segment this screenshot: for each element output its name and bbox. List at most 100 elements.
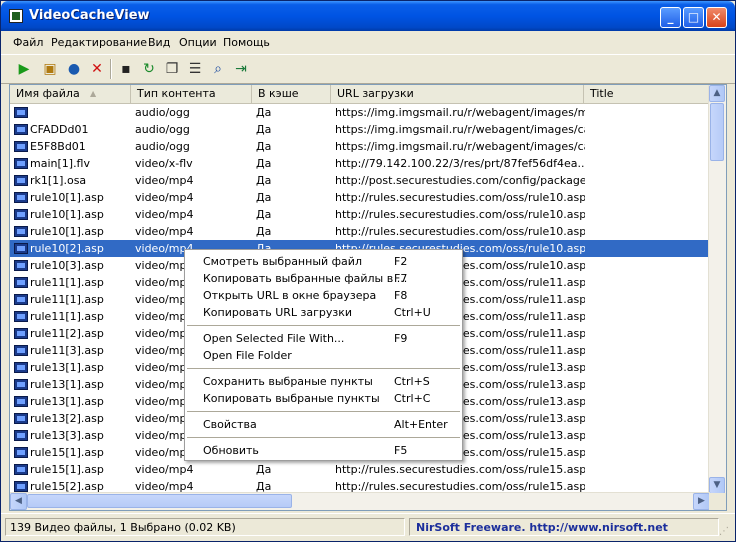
delete-icon[interactable]: ✕ <box>86 58 108 80</box>
scroll-left-button[interactable]: ◀ <box>10 493 27 510</box>
menu-help[interactable]: Помощь <box>223 36 270 49</box>
table-row[interactable]: rule10[1].asp video/mp4 Да http://rules.sec… <box>10 223 710 240</box>
context-menu-item[interactable]: Открыть URL в окне браузера F8 <box>185 287 462 304</box>
status-nirsoft-link[interactable]: NirSoft Freeware. http://www.nirsoft.net <box>409 518 719 536</box>
table-row[interactable]: main[1].flv video/x-flv Да http://79.142.10… <box>10 155 710 172</box>
cell-type: video/x-flv <box>135 157 193 170</box>
table-row[interactable]: rule15[1].asp video/mp4 Да http://rules.sec… <box>10 461 710 478</box>
context-menu-item[interactable]: Копировать выбранные файлы в ... F7 <box>185 270 462 287</box>
context-menu-shortcut: F7 <box>394 272 408 285</box>
column-header-cached[interactable]: В кэше <box>252 85 331 103</box>
video-file-icon <box>14 464 28 475</box>
menu-file[interactable]: Файл <box>13 36 43 49</box>
table-row[interactable]: E5F8Bd01 audio/ogg Да https://img.imgsmail.… <box>10 138 710 155</box>
list-header: Имя файла ▲ Тип контента В кэше URL загр… <box>10 85 710 104</box>
cell-type: video/mp4 <box>135 225 194 238</box>
menu-edit[interactable]: Редактирование <box>51 36 147 49</box>
video-file-icon <box>14 345 28 356</box>
context-menu-item[interactable]: Open Selected File With... F9 <box>185 330 462 347</box>
cell-name: rule10[3].asp <box>30 259 104 272</box>
menu-options[interactable]: Опции <box>179 36 217 49</box>
cell-url: http://rules.securestudies.com/oss/rule1… <box>335 208 585 221</box>
refresh-icon[interactable]: ↻ <box>138 58 160 80</box>
properties-icon[interactable]: ☰ <box>184 58 206 80</box>
exit-icon[interactable]: ⇥ <box>230 58 252 80</box>
video-file-icon <box>14 192 28 203</box>
copy-icon[interactable]: ❐ <box>161 58 183 80</box>
close-button[interactable]: ✕ <box>706 7 727 28</box>
minimize-button[interactable]: _ <box>660 7 681 28</box>
scroll-up-button[interactable]: ▲ <box>709 85 725 102</box>
column-header-url[interactable]: URL загрузки <box>331 85 584 103</box>
table-row[interactable]: rule10[1].asp video/mp4 Да http://rules.sec… <box>10 189 710 206</box>
cell-type: audio/ogg <box>135 123 190 136</box>
toolbar-separator <box>110 59 112 79</box>
scroll-down-button[interactable]: ▼ <box>709 477 725 494</box>
maximize-button[interactable]: □ <box>683 7 704 28</box>
context-menu-item[interactable]: Копировать выбраные пункты Ctrl+C <box>185 390 462 407</box>
column-header-title[interactable]: Title <box>584 85 710 103</box>
table-row[interactable]: rk1[1].osa video/mp4 Да http://post.secures… <box>10 172 710 189</box>
video-file-icon <box>14 362 28 373</box>
cell-name: rule13[3].asp <box>30 429 104 442</box>
cell-type: audio/ogg <box>135 140 190 153</box>
video-file-icon <box>14 124 28 135</box>
table-row[interactable]: audio/ogg Да https://img.imgsmail.ru/r/web… <box>10 104 710 121</box>
cell-name: rule11[1].asp <box>30 276 104 289</box>
column-header-type[interactable]: Тип контента <box>131 85 252 103</box>
context-menu-item[interactable]: Open File Folder <box>185 347 462 364</box>
find-icon[interactable]: ⌕ <box>207 58 229 80</box>
vertical-scroll-thumb[interactable] <box>710 103 724 161</box>
table-row[interactable]: CFADDd01 audio/ogg Да https://img.imgsmail.… <box>10 121 710 138</box>
scroll-corner <box>709 493 726 510</box>
video-file-icon <box>14 311 28 322</box>
scroll-right-button[interactable]: ▶ <box>693 493 710 510</box>
context-menu-item[interactable]: Свойства Alt+Enter <box>185 416 462 433</box>
context-menu-label: Открыть URL в окне браузера <box>203 289 377 302</box>
toolbar: ▶ ▣ ● ✕ ▪ ↻ ❐ ☰ ⌕ ⇥ <box>1 54 735 84</box>
context-menu-label: Копировать выбранные файлы в ... <box>203 272 408 285</box>
video-file-icon <box>14 175 28 186</box>
context-menu-item[interactable]: Сохранить выбраные пункты Ctrl+S <box>185 373 462 390</box>
cell-type: video/mp4 <box>135 191 194 204</box>
column-header-name[interactable]: Имя файла ▲ <box>10 85 131 103</box>
cell-cached: Да <box>256 157 272 170</box>
menu-view[interactable]: Вид <box>148 36 170 49</box>
cell-cached: Да <box>256 174 272 187</box>
table-row[interactable]: rule10[1].asp video/mp4 Да http://rules.sec… <box>10 206 710 223</box>
context-menu-label: Open File Folder <box>203 349 292 362</box>
context-menu-shortcut: Ctrl+C <box>394 392 431 405</box>
context-menu-item[interactable]: Смотреть выбранный файл F2 <box>185 253 462 270</box>
video-file-icon <box>14 243 28 254</box>
context-menu-label: Копировать выбраные пункты <box>203 392 380 405</box>
save-icon[interactable]: ▣ <box>39 58 61 80</box>
resize-grip-icon[interactable]: ⋰ <box>719 526 731 538</box>
cell-name: E5F8Bd01 <box>30 140 86 153</box>
horizontal-scroll-thumb[interactable] <box>27 494 292 508</box>
sort-arrow-icon: ▲ <box>90 89 97 98</box>
cell-cached: Да <box>256 106 272 119</box>
cell-url: http://rules.securestudies.com/oss/rule1… <box>335 225 585 238</box>
cell-type: audio/ogg <box>135 106 190 119</box>
cell-cached: Да <box>256 191 272 204</box>
cell-name: CFADDd01 <box>30 123 89 136</box>
context-menu-item[interactable]: Копировать URL загрузки Ctrl+U <box>185 304 462 321</box>
cell-url: http://rules.securestudies.com/oss/rule1… <box>335 463 585 476</box>
floppy-icon[interactable]: ▪ <box>115 58 137 80</box>
video-file-icon <box>14 260 28 271</box>
context-menu-item[interactable]: Обновить F5 <box>185 442 462 459</box>
cell-name: rule11[1].asp <box>30 293 104 306</box>
cell-url: http://79.142.100.22/3/res/prt/87fef56df… <box>335 157 585 170</box>
title-bar[interactable]: VideoCacheView _ □ ✕ <box>1 1 735 31</box>
app-icon <box>9 9 23 23</box>
context-menu-label: Обновить <box>203 444 259 457</box>
cell-type: video/mp4 <box>135 208 194 221</box>
column-header-label: Имя файла <box>16 87 80 100</box>
cell-name: main[1].flv <box>30 157 91 170</box>
horizontal-scrollbar[interactable]: ◀ ▶ <box>10 492 710 510</box>
vertical-scrollbar[interactable]: ▲ ▼ <box>708 85 726 494</box>
play-icon[interactable]: ▶ <box>13 58 35 80</box>
globe-icon[interactable]: ● <box>63 58 85 80</box>
cell-name: rule11[2].asp <box>30 327 104 340</box>
cell-name: rule10[1].asp <box>30 208 104 221</box>
